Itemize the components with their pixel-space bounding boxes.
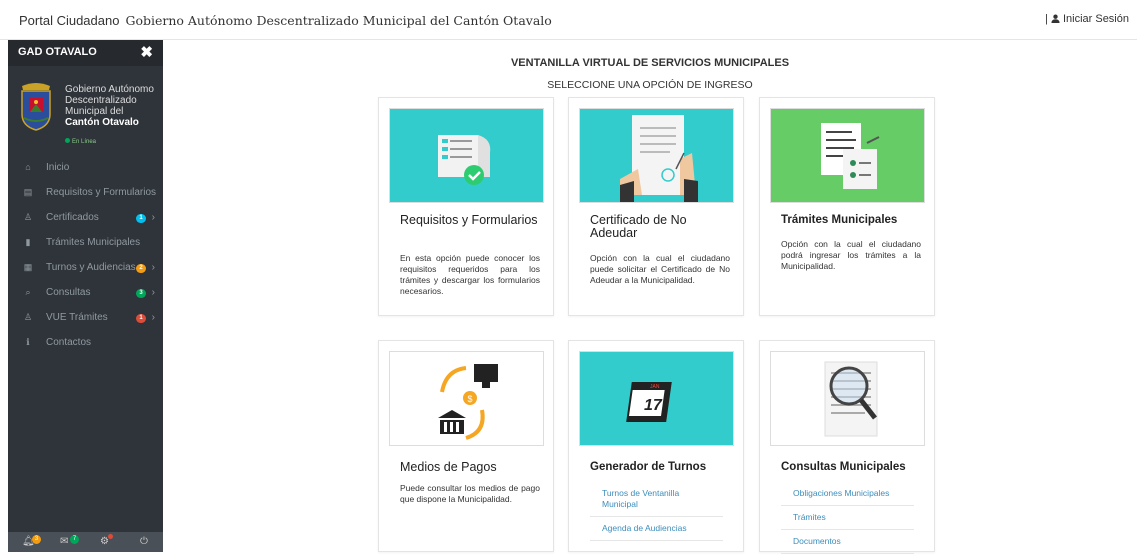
documents-illustration-icon <box>821 123 880 189</box>
user-icon: ♙ <box>23 212 33 222</box>
online-dot-icon <box>65 138 70 143</box>
mail-icon[interactable]: ✉ <box>60 536 68 547</box>
card-requisitos[interactable]: Requisitos y Formularios En esta opción … <box>378 97 554 316</box>
link-turnos-ventanilla[interactable]: Turnos de Ventanilla Municipal <box>590 486 723 517</box>
sidebar-item-consultas[interactable]: ⌕ Consultas 3 › <box>8 281 163 306</box>
payment-illustration-icon: $ <box>438 364 498 440</box>
top-navbar: Portal Ciudadano Gobierno Autónomo Descen… <box>0 0 1137 40</box>
sidebar: GAD OTAVALO ✖ Gobierno Autónomo Descentr… <box>8 40 163 552</box>
chevron-right-icon: › <box>151 262 155 273</box>
sidebar-header: GAD OTAVALO ✖ <box>8 40 163 66</box>
badge-count: 2 <box>136 264 146 273</box>
portal-brand[interactable]: Portal Ciudadano Gobierno Autónomo Descen… <box>19 13 552 28</box>
card-image: JAN 17 <box>579 351 734 446</box>
calendar-day: 17 <box>644 397 663 414</box>
status-online: En Línea <box>65 138 96 145</box>
card-image: $ <box>389 351 544 446</box>
institution-name: Gobierno Autónomo Descentralizado Munici… <box>65 84 154 128</box>
chevron-right-icon: › <box>151 287 155 298</box>
card-links: Turnos de Ventanilla Municipal Agenda de… <box>590 486 723 545</box>
card-medios-pago[interactable]: $ Medios de Pagos Puede consultar los me… <box>378 340 554 552</box>
card-title: Certificado de No Adeudar <box>590 213 687 240</box>
chevron-right-icon: › <box>151 212 155 223</box>
home-icon: ⌂ <box>25 162 31 172</box>
card-title: Trámites Municipales <box>781 214 898 226</box>
card-image <box>579 108 734 203</box>
separator: | <box>1044 13 1048 25</box>
card-description: Opción con la cual el ciudadano puede so… <box>590 253 730 285</box>
settings-dot <box>108 534 113 539</box>
sidebar-item-vue-tramites[interactable]: ♙ VUE Trámites 1 › <box>8 306 163 331</box>
municipality-name: Gobierno Autónomo Descentralizado Munici… <box>125 13 552 28</box>
page-title: VENTANILLA VIRTUAL DE SERVICIOS MUNICIPA… <box>510 57 790 69</box>
sidebar-footer: 🔔︎ 3 ✉ 7 ⚙ ⏻ <box>8 532 163 552</box>
certificate-illustration-icon <box>620 115 698 202</box>
sidebar-item-turnos[interactable]: ▦ Turnos y Audiencias 2 › <box>8 256 163 281</box>
power-icon[interactable]: ⏻ <box>140 536 148 547</box>
close-icon[interactable]: ✖ <box>140 43 153 61</box>
calendar-month: JAN <box>650 384 660 390</box>
sidebar-item-requisitos[interactable]: ▤ Requisitos y Formularios <box>8 181 163 206</box>
info-icon: ℹ <box>26 337 30 347</box>
user-icon: ♙ <box>23 312 33 322</box>
login-link[interactable]: | Iniciar Sesión <box>1045 13 1129 25</box>
link-tramites[interactable]: Trámites <box>781 510 914 530</box>
calendar-icon: ▦ <box>23 262 33 272</box>
badge-count: 1 <box>136 214 146 223</box>
page-subtitle: SELECCIONE UNA OPCIÓN DE INGRESO <box>547 79 753 91</box>
app-title: Portal Ciudadano <box>19 13 120 28</box>
card-title: Generador de Turnos <box>590 461 707 473</box>
user-icon <box>1051 14 1060 23</box>
card-image <box>770 351 925 446</box>
card-description: En esta opción puede conocer los requisi… <box>400 253 540 296</box>
card-links: Obligaciones Municipales Trámites Docume… <box>781 486 914 558</box>
sidebar-item-certificados[interactable]: ♙ Certificados 1 › <box>8 206 163 231</box>
municipal-crest-icon <box>21 83 51 131</box>
search-document-illustration-icon <box>824 361 878 437</box>
chevron-right-icon: › <box>151 312 155 323</box>
sidebar-item-inicio[interactable]: ⌂ Inicio <box>8 156 163 181</box>
link-documentos[interactable]: Documentos <box>781 534 914 554</box>
card-title: Requisitos y Formularios <box>400 213 538 227</box>
card-tramites[interactable]: Trámites Municipales Opción con la cual … <box>759 97 935 316</box>
sidebar-menu: ⌂ Inicio ▤ Requisitos y Formularios ♙ Certi… <box>8 156 163 356</box>
form-icon: ▤ <box>23 187 33 197</box>
user-panel: Gobierno Autónomo Descentralizado Munici… <box>8 66 163 156</box>
card-description: Puede consultar los medios de pago que d… <box>400 483 540 504</box>
forms-illustration-icon <box>438 135 491 185</box>
card-image <box>389 108 544 203</box>
link-agenda-audiencias[interactable]: Agenda de Audiencias <box>590 521 723 541</box>
card-image <box>770 108 925 203</box>
badge-count: 3 <box>136 289 146 298</box>
sidebar-item-tramites[interactable]: ▮ Trámites Municipales <box>8 231 163 256</box>
link-obligaciones[interactable]: Obligaciones Municipales <box>781 486 914 506</box>
document-icon: ▮ <box>25 237 31 247</box>
card-title: Consultas Municipales <box>781 461 906 473</box>
sidebar-title: GAD OTAVALO <box>18 46 97 58</box>
sidebar-item-contactos[interactable]: ℹ Contactos <box>8 331 163 356</box>
card-turnos[interactable]: JAN 17 Generador de Turnos Turnos de Ven… <box>568 340 744 552</box>
badge-count: 1 <box>136 314 146 323</box>
svg-text:$: $ <box>467 394 472 404</box>
card-certificado[interactable]: Certificado de No Adeudar Opción con la … <box>568 97 744 316</box>
notification-badge: 3 <box>32 535 41 544</box>
card-consultas[interactable]: Consultas Municipales Obligaciones Munic… <box>759 340 935 554</box>
card-description: Opción con la cual el ciudadano podrá in… <box>781 239 921 271</box>
calendar-illustration-icon: JAN 17 <box>626 382 672 422</box>
search-icon: ⌕ <box>25 287 31 297</box>
card-title: Medios de Pagos <box>400 460 497 474</box>
login-label: Iniciar Sesión <box>1062 13 1129 25</box>
mail-badge: 7 <box>70 535 79 544</box>
